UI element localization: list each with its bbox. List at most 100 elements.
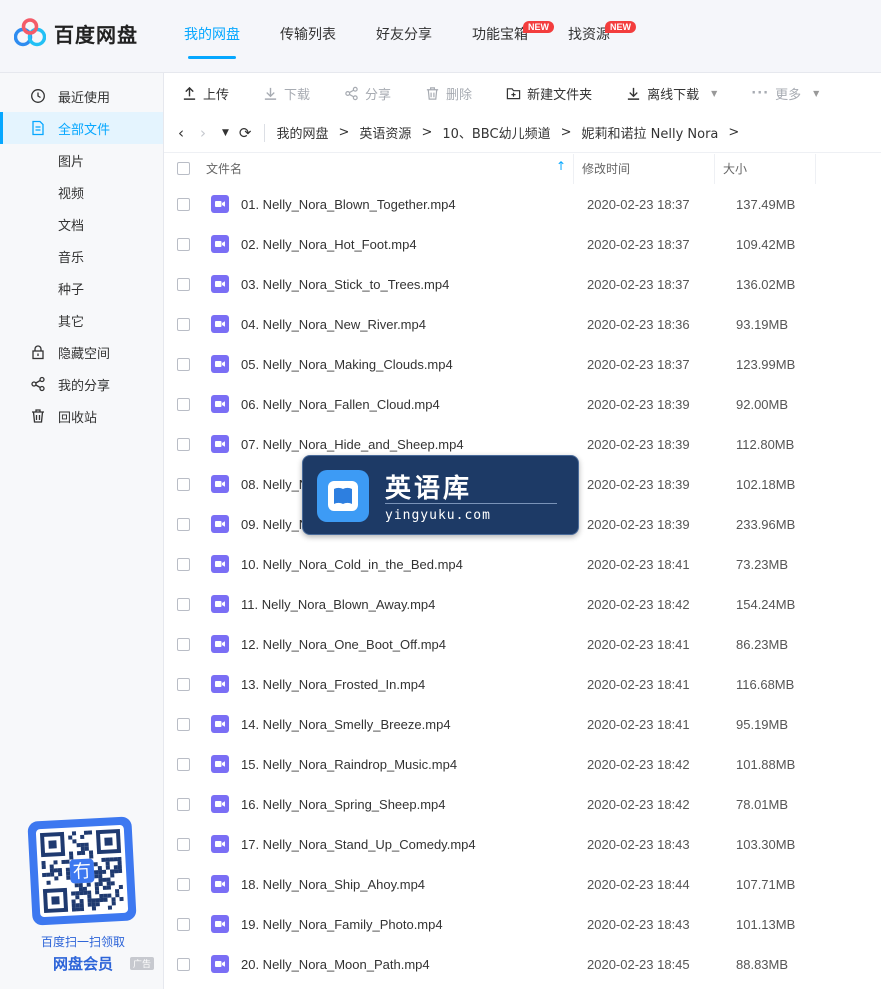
row-checkbox[interactable] xyxy=(177,717,190,731)
row-checkbox[interactable] xyxy=(177,277,190,291)
row-checkbox[interactable] xyxy=(177,797,190,811)
file-name[interactable]: 20. Nelly_Nora_Moon_Path.mp4 xyxy=(241,957,587,972)
table-row[interactable]: 11. Nelly_Nora_Blown_Away.mp4 2020-02-23 … xyxy=(164,584,881,624)
download-button[interactable]: 下载 xyxy=(263,84,310,103)
table-row[interactable]: 02. Nelly_Nora_Hot_Foot.mp4 2020-02-23 18… xyxy=(164,224,881,264)
file-modified-time: 2020-02-23 18:37 xyxy=(587,276,690,292)
back-arrow-icon[interactable]: ‹ xyxy=(178,124,184,142)
row-checkbox[interactable] xyxy=(177,757,190,771)
more-dots-icon: ··· xyxy=(751,85,770,101)
column-time[interactable]: 修改时间 xyxy=(574,160,714,177)
vip-promo[interactable]: 冇 百度扫一扫领取 网盘会员 广告 xyxy=(12,813,154,978)
table-row[interactable]: 19. Nelly_Nora_Family_Photo.mp4 2020-02-2… xyxy=(164,904,881,944)
file-name[interactable]: 01. Nelly_Nora_Blown_Together.mp4 xyxy=(241,197,587,212)
breadcrumb-item[interactable]: 妮莉和诺拉 Nelly Nora xyxy=(581,123,718,142)
row-checkbox[interactable] xyxy=(177,197,190,211)
nav-tab[interactable]: 好友分享 xyxy=(376,0,432,73)
table-row[interactable]: 16. Nelly_Nora_Spring_Sheep.mp4 2020-02-2… xyxy=(164,784,881,824)
sidebar-item[interactable]: 隐藏空间 xyxy=(0,336,163,368)
new-folder-button[interactable]: 新建文件夹 xyxy=(506,84,592,103)
file-name[interactable]: 19. Nelly_Nora_Family_Photo.mp4 xyxy=(241,917,587,932)
breadcrumb-item[interactable]: 我的网盘 xyxy=(277,123,329,142)
table-row[interactable]: 14. Nelly_Nora_Smelly_Breeze.mp4 2020-02-… xyxy=(164,704,881,744)
caret-down-icon[interactable]: ▼ xyxy=(813,89,819,98)
table-row[interactable]: 12. Nelly_Nora_One_Boot_Off.mp4 2020-02-2… xyxy=(164,624,881,664)
file-name[interactable]: 02. Nelly_Nora_Hot_Foot.mp4 xyxy=(241,237,587,252)
file-name[interactable]: 13. Nelly_Nora_Frosted_In.mp4 xyxy=(241,677,587,692)
table-row[interactable]: 13. Nelly_Nora_Frosted_In.mp4 2020-02-23 … xyxy=(164,664,881,704)
nav-tab[interactable]: 功能宝箱 NEW xyxy=(472,0,554,73)
offline-download-button[interactable]: 离线下载 ▼ xyxy=(626,84,717,103)
table-row[interactable]: 15. Nelly_Nora_Raindrop_Music.mp4 2020-02… xyxy=(164,744,881,784)
file-modified-time: 2020-02-23 18:37 xyxy=(587,236,690,252)
sidebar-item-label: 隐藏空间 xyxy=(58,346,111,362)
row-checkbox[interactable] xyxy=(177,437,190,451)
nav-tab[interactable]: 传输列表 xyxy=(280,0,336,73)
column-name[interactable]: 文件名 ↑ xyxy=(206,159,566,177)
row-checkbox[interactable] xyxy=(177,637,190,651)
file-name[interactable]: 10. Nelly_Nora_Cold_in_the_Bed.mp4 xyxy=(241,557,587,572)
nav-tab[interactable]: 找资源 NEW xyxy=(568,0,636,73)
row-checkbox[interactable] xyxy=(177,357,190,371)
sidebar-item[interactable]: 视频 xyxy=(0,176,163,208)
table-row[interactable]: 17. Nelly_Nora_Stand_Up_Comedy.mp4 2020-0… xyxy=(164,824,881,864)
file-name[interactable]: 06. Nelly_Nora_Fallen_Cloud.mp4 xyxy=(241,397,587,412)
select-all-checkbox[interactable] xyxy=(177,162,190,175)
sidebar-item[interactable]: 最近使用 xyxy=(0,80,163,112)
sidebar-item[interactable]: 文档 xyxy=(0,208,163,240)
file-name[interactable]: 16. Nelly_Nora_Spring_Sheep.mp4 xyxy=(241,797,587,812)
row-checkbox[interactable] xyxy=(177,397,190,411)
upload-button[interactable]: 上传 xyxy=(182,84,229,103)
delete-button[interactable]: 删除 xyxy=(425,84,472,103)
row-checkbox[interactable] xyxy=(177,317,190,331)
row-checkbox[interactable] xyxy=(177,477,190,491)
offline-download-label: 离线下载 xyxy=(647,87,700,103)
row-checkbox[interactable] xyxy=(177,557,190,571)
breadcrumb-item[interactable]: 10、BBC幼儿频道 xyxy=(442,123,550,142)
table-row[interactable]: 03. Nelly_Nora_Stick_to_Trees.mp4 2020-02… xyxy=(164,264,881,304)
file-name[interactable]: 07. Nelly_Nora_Hide_and_Sheep.mp4 xyxy=(241,437,587,452)
file-name[interactable]: 12. Nelly_Nora_One_Boot_Off.mp4 xyxy=(241,637,587,652)
sidebar-item[interactable]: 种子 xyxy=(0,272,163,304)
column-size[interactable]: 大小 xyxy=(715,160,815,177)
row-checkbox[interactable] xyxy=(177,237,190,251)
sidebar-item[interactable]: 其它 xyxy=(0,304,163,336)
nav-tab[interactable]: 我的网盘 xyxy=(184,0,240,73)
file-name[interactable]: 18. Nelly_Nora_Ship_Ahoy.mp4 xyxy=(241,877,587,892)
refresh-icon[interactable]: ⟳ xyxy=(239,124,252,142)
file-name[interactable]: 14. Nelly_Nora_Smelly_Breeze.mp4 xyxy=(241,717,587,732)
more-button[interactable]: ··· 更多 ▼ xyxy=(751,84,819,103)
file-name[interactable]: 11. Nelly_Nora_Blown_Away.mp4 xyxy=(241,597,587,612)
table-row[interactable]: 04. Nelly_Nora_New_River.mp4 2020-02-23 1… xyxy=(164,304,881,344)
row-checkbox[interactable] xyxy=(177,877,190,891)
table-row[interactable]: 06. Nelly_Nora_Fallen_Cloud.mp4 2020-02-2… xyxy=(164,384,881,424)
file-name[interactable]: 15. Nelly_Nora_Raindrop_Music.mp4 xyxy=(241,757,587,772)
row-checkbox[interactable] xyxy=(177,917,190,931)
sidebar-item[interactable]: 回收站 xyxy=(0,400,163,432)
sidebar-item[interactable]: 图片 xyxy=(0,144,163,176)
table-row[interactable]: 01. Nelly_Nora_Blown_Together.mp4 2020-02… xyxy=(164,184,881,224)
sort-asc-icon[interactable]: ↑ xyxy=(556,159,566,173)
file-name[interactable]: 03. Nelly_Nora_Stick_to_Trees.mp4 xyxy=(241,277,587,292)
forward-arrow-icon[interactable]: › xyxy=(200,124,206,142)
row-checkbox[interactable] xyxy=(177,677,190,691)
file-name[interactable]: 05. Nelly_Nora_Making_Clouds.mp4 xyxy=(241,357,587,372)
sidebar-item[interactable]: 音乐 xyxy=(0,240,163,272)
row-checkbox[interactable] xyxy=(177,837,190,851)
table-row[interactable]: 18. Nelly_Nora_Ship_Ahoy.mp4 2020-02-23 1… xyxy=(164,864,881,904)
table-row[interactable]: 05. Nelly_Nora_Making_Clouds.mp4 2020-02-… xyxy=(164,344,881,384)
row-checkbox[interactable] xyxy=(177,957,190,971)
row-checkbox[interactable] xyxy=(177,597,190,611)
table-row[interactable]: 20. Nelly_Nora_Moon_Path.mp4 2020-02-23 1… xyxy=(164,944,881,984)
sidebar-item[interactable]: 我的分享 xyxy=(0,368,163,400)
share-button[interactable]: 分享 xyxy=(344,84,391,103)
table-row[interactable]: 10. Nelly_Nora_Cold_in_the_Bed.mp4 2020-0… xyxy=(164,544,881,584)
app-logo[interactable]: 百度网盘 xyxy=(14,18,138,48)
history-dropdown-icon[interactable]: ▼ xyxy=(222,128,229,138)
file-name[interactable]: 04. Nelly_Nora_New_River.mp4 xyxy=(241,317,587,332)
sidebar-item[interactable]: 全部文件 xyxy=(0,112,163,144)
row-checkbox[interactable] xyxy=(177,517,190,531)
file-name[interactable]: 17. Nelly_Nora_Stand_Up_Comedy.mp4 xyxy=(241,837,587,852)
caret-down-icon[interactable]: ▼ xyxy=(711,89,717,98)
breadcrumb-item[interactable]: 英语资源 xyxy=(359,123,411,142)
